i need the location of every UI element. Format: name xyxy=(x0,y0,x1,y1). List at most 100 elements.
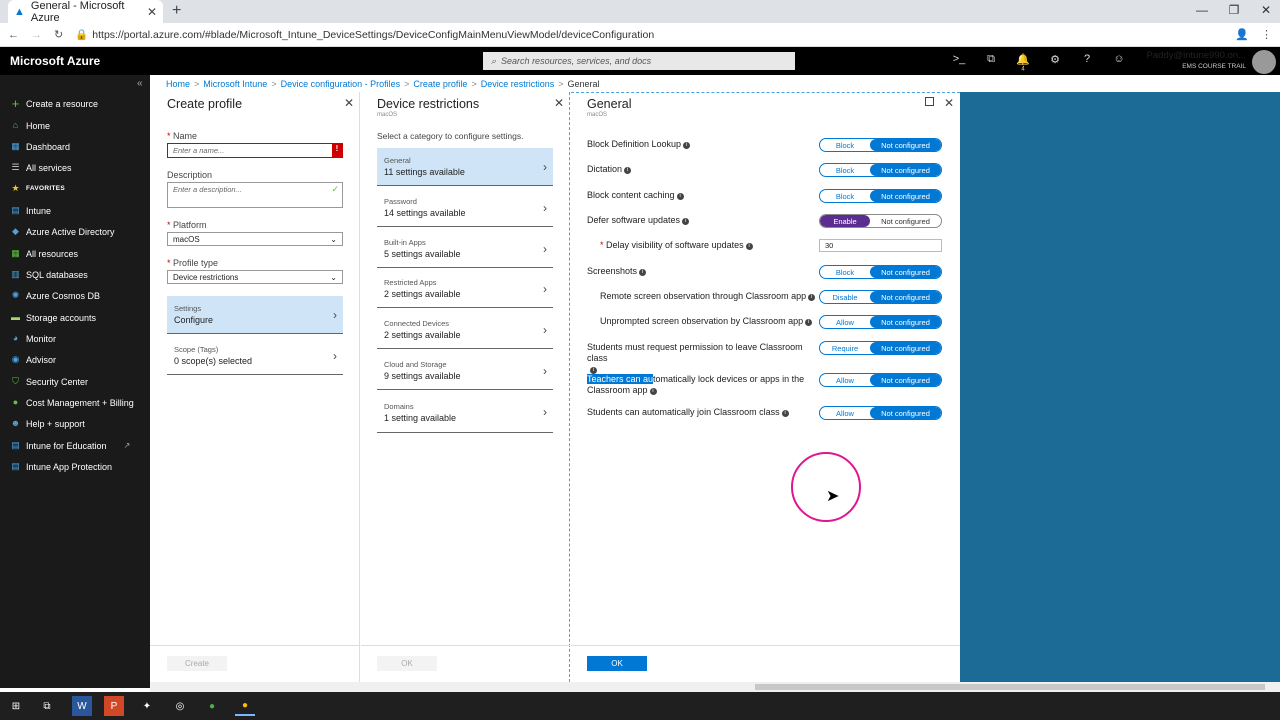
feedback-smiley-icon[interactable]: ☺ xyxy=(1111,53,1127,65)
nav-monitor[interactable]: ◕ Monitor xyxy=(0,328,150,349)
info-icon[interactable]: i xyxy=(745,243,753,250)
delay-visibility-input[interactable]: 30 xyxy=(819,239,942,252)
reload-icon[interactable]: ↻ xyxy=(54,28,63,41)
general-close-icon[interactable]: ✕ xyxy=(944,96,954,110)
toggle-not-configured[interactable]: Not configured xyxy=(870,342,941,354)
category-restricted-apps[interactable]: Restricted Apps 2 settings available › xyxy=(377,270,553,308)
toggle-not-configured[interactable]: Not configured xyxy=(870,407,941,419)
profile-icon[interactable]: 👤 xyxy=(1235,28,1249,41)
chrome-active-icon[interactable]: ● xyxy=(235,696,255,716)
scrollbar-thumb[interactable] xyxy=(755,684,1265,690)
nav-all-services[interactable]: ☰ All services xyxy=(0,157,150,178)
browser-menu-icon[interactable]: ⋮ xyxy=(1261,28,1272,41)
nav-all-resources[interactable]: ▦ All resources xyxy=(0,243,150,264)
info-icon[interactable]: i xyxy=(649,388,657,395)
toggle-option[interactable]: Allow xyxy=(820,316,870,328)
toggle-not-configured[interactable]: Not configured xyxy=(870,291,941,303)
info-icon[interactable]: i xyxy=(590,367,597,374)
app-icon[interactable]: ✦ xyxy=(137,696,157,716)
toggle-option[interactable]: Allow xyxy=(820,374,870,386)
nav-sql-databases[interactable]: ▥ SQL databases xyxy=(0,264,150,285)
window-close-icon[interactable]: ✕ xyxy=(1256,3,1276,17)
toggle-option[interactable]: Disable xyxy=(820,291,870,303)
toggle-option[interactable]: Require xyxy=(820,342,870,354)
general-ok-button[interactable]: OK xyxy=(587,656,647,671)
toggle-screenshots[interactable]: Block Not configured xyxy=(819,265,942,279)
toggle-teachers-lock-devices[interactable]: Allow Not configured xyxy=(819,373,942,387)
global-search-input[interactable]: ⌕ Search resources, services, and docs xyxy=(483,52,795,70)
nav-dashboard[interactable]: ▦ Dashboard xyxy=(0,136,150,157)
toggle-block-definition-lookup[interactable]: Block Not configured xyxy=(819,138,942,152)
word-icon[interactable]: W xyxy=(72,696,92,716)
toggle-students-request-permission[interactable]: Require Not configured xyxy=(819,341,942,355)
toggle-option[interactable]: Block xyxy=(820,190,870,202)
task-view-icon[interactable]: ⧉ xyxy=(37,696,57,716)
toggle-option[interactable]: Block xyxy=(820,139,870,151)
info-icon[interactable]: i xyxy=(805,319,813,326)
category-connected-devices[interactable]: Connected Devices 2 settings available › xyxy=(377,311,553,349)
info-icon[interactable]: i xyxy=(676,193,684,200)
info-icon[interactable]: i xyxy=(639,269,647,276)
azure-brand[interactable]: Microsoft Azure xyxy=(0,54,483,68)
nav-azure-ad[interactable]: ◆ Azure Active Directory xyxy=(0,221,150,242)
powerpoint-icon[interactable]: P xyxy=(104,696,124,716)
toggle-not-configured[interactable]: Not configured xyxy=(870,374,941,386)
cloud-shell-icon[interactable]: >_ xyxy=(951,53,967,65)
toggle-option[interactable]: Block xyxy=(820,164,870,176)
toggle-block-content-caching[interactable]: Block Not configured xyxy=(819,189,942,203)
notifications-icon[interactable]: 🔔4 xyxy=(1015,53,1031,78)
settings-menu-item[interactable]: Settings Configure › xyxy=(167,296,343,334)
crumb-home[interactable]: Home xyxy=(166,79,190,89)
category-built-in-apps[interactable]: Built-in Apps 5 settings available › xyxy=(377,230,553,268)
category-domains[interactable]: Domains 1 setting available › xyxy=(377,393,553,433)
media-icon[interactable]: ◎ xyxy=(170,696,190,716)
windows-start-icon[interactable]: ⊞ xyxy=(6,696,26,716)
toggle-option[interactable]: Block xyxy=(820,266,870,278)
crumb-device-config[interactable]: Device configuration - Profiles xyxy=(281,79,401,89)
user-account[interactable]: Paddy@intune990.on... EMS COURSE TRAIL xyxy=(1140,50,1246,72)
nav-security-center[interactable]: ⛉ Security Center xyxy=(0,371,150,392)
restore-icon[interactable]: ❐ xyxy=(1224,3,1244,17)
nav-cosmos-db[interactable]: ✺ Azure Cosmos DB xyxy=(0,285,150,306)
back-icon[interactable]: ← xyxy=(8,29,19,41)
crumb-create-profile[interactable]: Create profile xyxy=(413,79,467,89)
nav-home[interactable]: ⌂ Home xyxy=(0,115,150,136)
platform-select[interactable]: macOS ⌄ xyxy=(167,232,343,246)
toggle-unprompted-screen-observation[interactable]: Allow Not configured xyxy=(819,315,942,329)
info-icon[interactable]: i xyxy=(682,218,690,225)
toggle-option[interactable]: Allow xyxy=(820,407,870,419)
toggle-not-configured[interactable]: Not configured xyxy=(870,215,941,227)
new-tab-icon[interactable]: + xyxy=(172,2,181,20)
name-input[interactable]: Enter a name... ! xyxy=(167,143,343,158)
info-icon[interactable]: i xyxy=(781,410,789,417)
scope-menu-item[interactable]: Scope (Tags) 0 scope(s) selected › xyxy=(167,337,343,375)
collapse-nav-icon[interactable]: « xyxy=(137,78,143,89)
avatar[interactable] xyxy=(1252,50,1276,74)
toggle-not-configured[interactable]: Not configured xyxy=(870,164,941,176)
nav-storage-accounts[interactable]: ▬ Storage accounts xyxy=(0,307,150,328)
info-icon[interactable]: i xyxy=(683,142,691,149)
category-cloud-storage[interactable]: Cloud and Storage 9 settings available › xyxy=(377,352,553,390)
category-general[interactable]: General 11 settings available › xyxy=(377,148,553,186)
nav-advisor[interactable]: ◉ Advisor xyxy=(0,349,150,370)
toggle-remote-screen-observation[interactable]: Disable Not configured xyxy=(819,290,942,304)
browser-tab[interactable]: ▲ General - Microsoft Azure ✕ xyxy=(8,0,163,24)
chrome-icon[interactable]: ● xyxy=(202,696,222,716)
url-field[interactable]: 🔒 https://portal.azure.com/#blade/Microso… xyxy=(75,28,1223,41)
nav-help-support[interactable]: ☻ Help + support xyxy=(0,413,150,434)
description-input[interactable]: Enter a description... ✓ xyxy=(167,182,343,208)
toggle-defer-software-updates[interactable]: Enable Not configured xyxy=(819,214,942,228)
nav-create-resource[interactable]: + Create a resource xyxy=(0,93,150,114)
nav-intune-app-protection[interactable]: ▤ Intune App Protection xyxy=(0,456,150,477)
toggle-not-configured[interactable]: Not configured xyxy=(870,316,941,328)
forward-icon[interactable]: → xyxy=(31,29,42,41)
create-profile-close-icon[interactable]: ✕ xyxy=(344,96,354,110)
minimize-icon[interactable]: — xyxy=(1192,3,1212,17)
category-password[interactable]: Password 14 settings available › xyxy=(377,189,553,227)
profile-type-select[interactable]: Device restrictions ⌄ xyxy=(167,270,343,284)
toggle-students-join-class[interactable]: Allow Not configured xyxy=(819,406,942,420)
device-restrictions-ok-button[interactable]: OK xyxy=(377,656,437,671)
toggle-option-enabled[interactable]: Enable xyxy=(820,215,870,227)
crumb-intune[interactable]: Microsoft Intune xyxy=(203,79,267,89)
toggle-not-configured[interactable]: Not configured xyxy=(870,190,941,202)
